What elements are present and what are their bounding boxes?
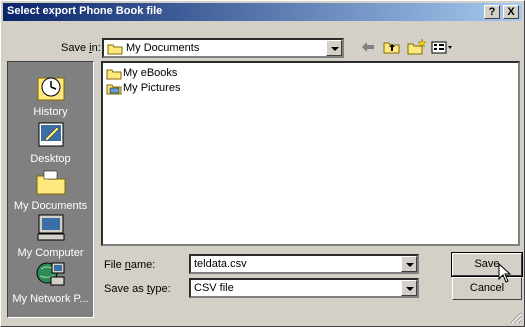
file-list[interactable]: My eBooks My Pictures (101, 61, 520, 246)
save-as-type-value: CSV file (194, 282, 234, 294)
save-as-type-label: Save as type: (104, 283, 171, 295)
places-bar: History Desktop My Documents My Computer… (7, 61, 94, 318)
save-as-type-dropdown[interactable]: CSV file (189, 278, 419, 298)
network-icon (36, 262, 64, 286)
save-in-dropdown[interactable]: My Documents (102, 38, 344, 58)
up-folder-icon[interactable] (381, 37, 403, 57)
places-history-label: History (33, 106, 68, 118)
save-dialog: Select export Phone Book file ? X Save i… (0, 0, 525, 327)
places-history[interactable]: History (8, 72, 93, 118)
places-my-network[interactable]: My Network P... (8, 259, 93, 305)
view-menu-icon[interactable] (429, 37, 455, 57)
history-icon (37, 77, 64, 101)
window-title: Select export Phone Book file (7, 5, 163, 17)
mouse-cursor-icon (498, 263, 512, 283)
places-desktop-label: Desktop (30, 153, 71, 165)
places-my-computer-label: My Computer (17, 247, 84, 259)
pictures-folder-icon (106, 84, 122, 95)
computer-icon (37, 214, 64, 241)
save-in-label: Save in: (61, 42, 101, 54)
list-item-label: My Pictures (123, 82, 181, 94)
resize-grip-icon[interactable] (509, 311, 522, 324)
title-bar[interactable]: Select export Phone Book file ? X (3, 3, 522, 21)
chevron-down-icon[interactable] (326, 40, 342, 56)
places-my-documents[interactable]: My Documents (8, 166, 93, 212)
file-name-field[interactable]: teldata.csv (189, 254, 419, 274)
file-name-label: File name: (104, 259, 156, 271)
chevron-down-icon[interactable] (401, 280, 417, 296)
file-name-value[interactable]: teldata.csv (194, 258, 247, 270)
save-in-value: My Documents (126, 42, 200, 54)
desktop-icon (38, 122, 63, 147)
chevron-down-icon[interactable] (401, 256, 417, 272)
close-button[interactable]: X (503, 5, 519, 19)
back-arrow-icon[interactable] (357, 37, 379, 57)
places-my-network-label: My Network P... (12, 293, 89, 305)
places-my-computer[interactable]: My Computer (8, 213, 93, 259)
folder-icon (106, 69, 122, 80)
folder-icon (107, 44, 123, 55)
new-folder-icon[interactable] (405, 37, 427, 57)
list-item-label: My eBooks (123, 67, 178, 79)
folder-icon (36, 170, 65, 195)
help-button[interactable]: ? (484, 5, 500, 19)
places-desktop[interactable]: Desktop (8, 119, 93, 165)
places-my-documents-label: My Documents (13, 200, 88, 212)
